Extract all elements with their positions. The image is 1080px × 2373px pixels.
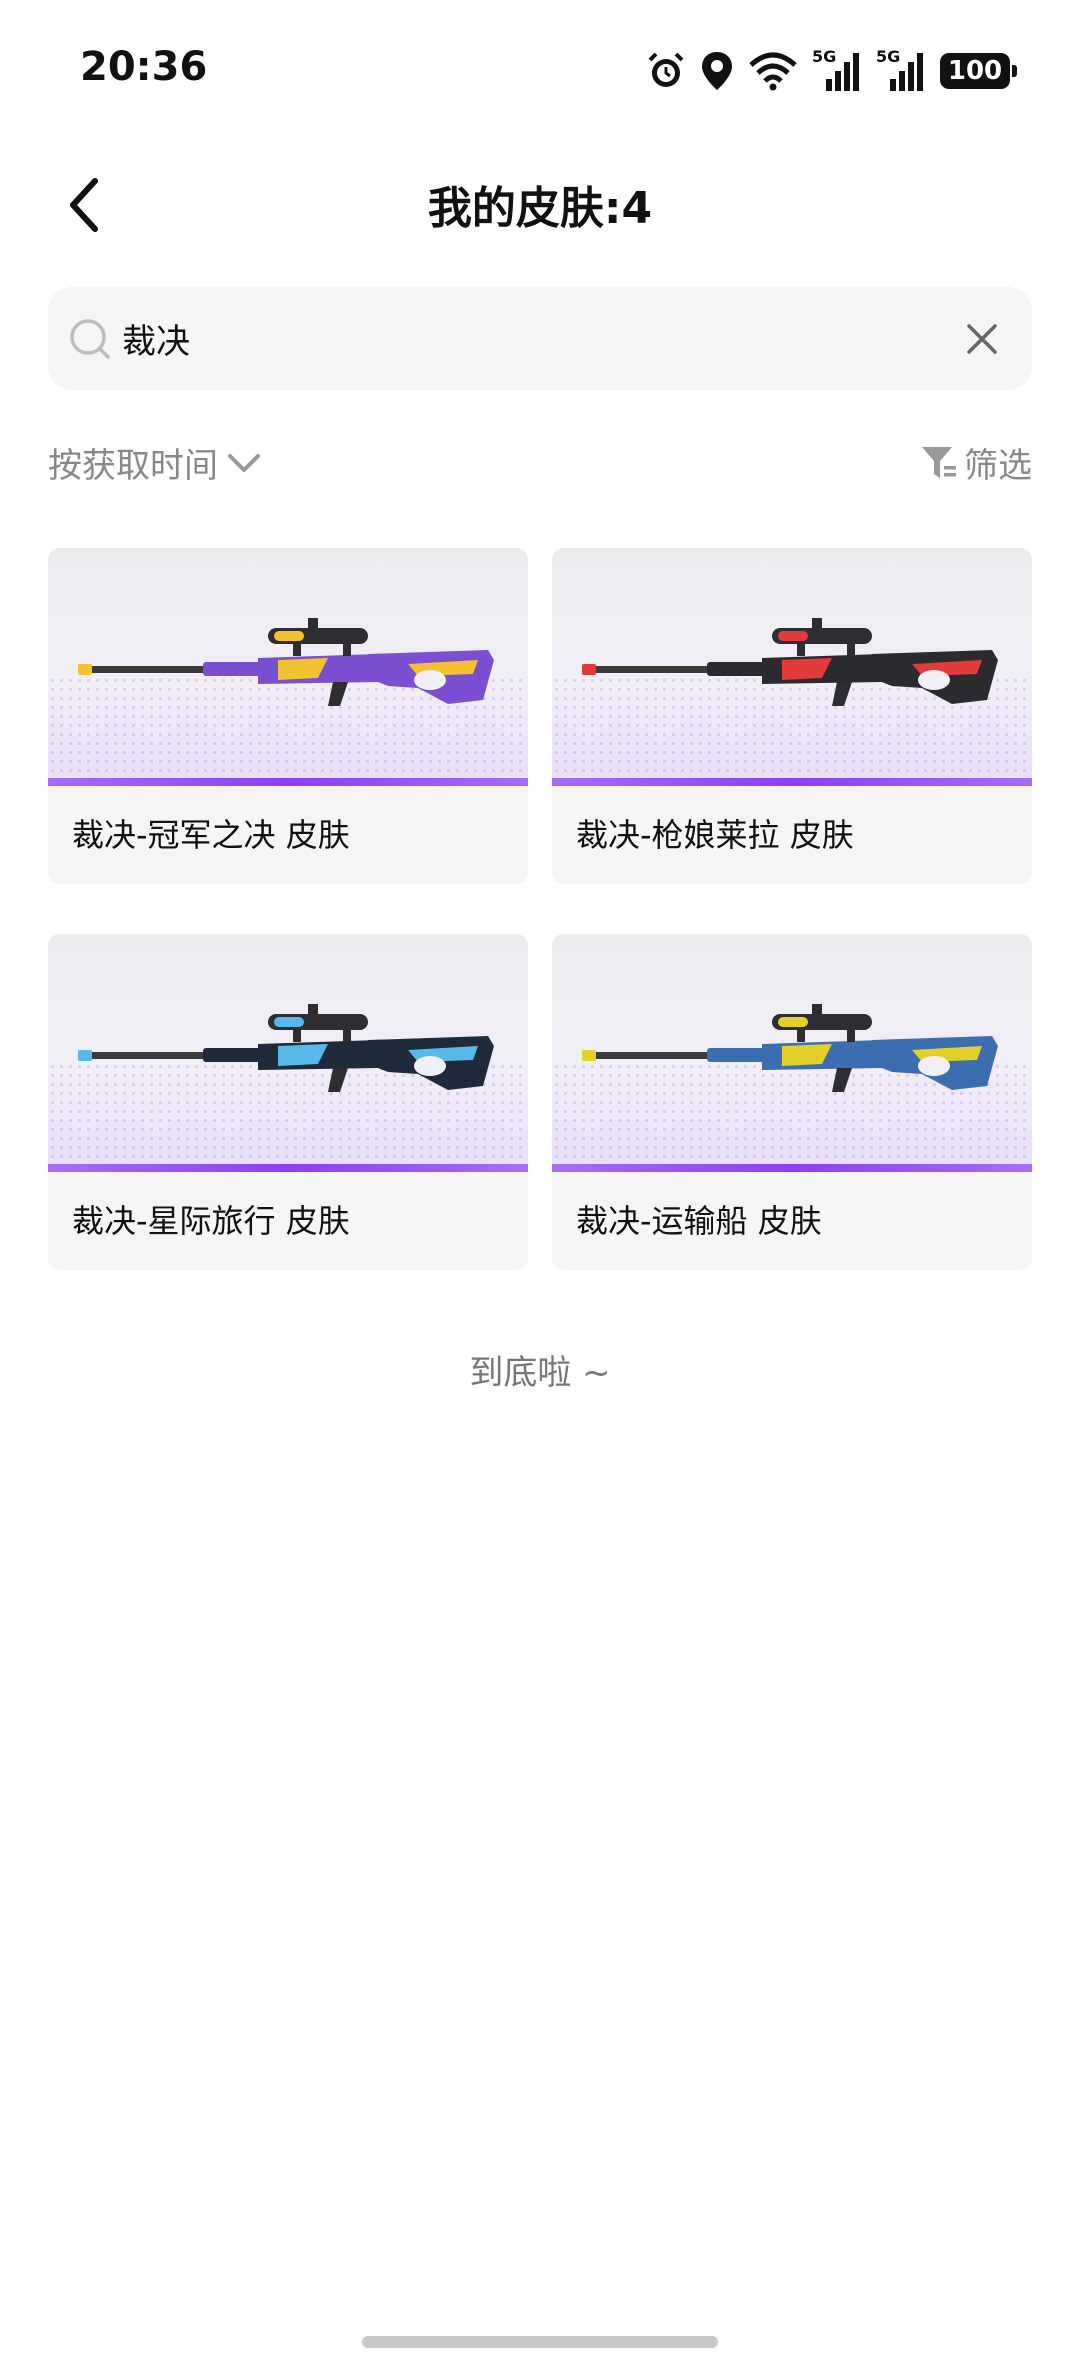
wifi-icon	[748, 51, 798, 91]
skin-card[interactable]: 裁决-枪娘莱拉 皮肤	[552, 548, 1032, 884]
rarity-bar	[552, 778, 1032, 786]
sniper-rifle-icon	[78, 1004, 494, 1092]
search-icon	[68, 317, 112, 365]
filter-label: 筛选	[964, 446, 1032, 486]
search-input[interactable]	[122, 287, 922, 390]
cell-signal-2-icon: 5G	[876, 47, 926, 93]
rarity-bar	[48, 1164, 528, 1172]
status-time: 20:36	[80, 44, 208, 90]
skin-name: 裁决-运输船 皮肤	[576, 1202, 822, 1240]
sort-filter-row: 按获取时间 筛选	[48, 430, 1032, 490]
skin-image	[48, 548, 528, 786]
chevron-down-icon	[228, 453, 260, 472]
skin-card[interactable]: 裁决-冠军之决 皮肤	[48, 548, 528, 884]
skins-page: 20:36 5G 5G 100 我的皮肤:4 裁决 按获取时间 筛选 裁决-冠军…	[0, 0, 1080, 2373]
alarm-icon	[646, 50, 686, 92]
end-of-list-text: 到底啦 ~	[469, 1353, 611, 1393]
cell-signal-1-icon: 5G	[812, 47, 862, 93]
rarity-bar	[552, 1164, 1032, 1172]
skin-name: 裁决-枪娘莱拉 皮肤	[576, 816, 854, 854]
sort-label: 按获取时间	[48, 446, 218, 486]
header: 我的皮肤:4	[0, 150, 1080, 260]
network-type-label: 5G	[876, 47, 901, 66]
network-type-label: 5G	[812, 47, 837, 66]
battery-icon: 100	[940, 53, 1017, 89]
sniper-rifle-icon	[78, 618, 494, 706]
skin-image	[552, 548, 1032, 786]
filter-icon	[922, 446, 956, 478]
skin-card[interactable]: 裁决-星际旅行 皮肤	[48, 934, 528, 1270]
skin-name: 裁决-星际旅行 皮肤	[72, 1202, 350, 1240]
skin-image	[552, 934, 1032, 1172]
location-icon	[700, 50, 734, 92]
skin-name: 裁决-冠军之决 皮肤	[72, 816, 350, 854]
sniper-rifle-icon	[582, 618, 998, 706]
search-bar	[48, 287, 1032, 390]
sniper-rifle-icon	[582, 1004, 998, 1092]
close-icon	[967, 324, 997, 354]
home-indicator[interactable]	[362, 2336, 718, 2348]
filter-button[interactable]: 筛选	[920, 438, 1032, 487]
status-bar: 20:36 5G 5G 100	[0, 0, 1080, 130]
skin-card[interactable]: 裁决-运输船 皮肤	[552, 934, 1032, 1270]
sort-dropdown[interactable]: 按获取时间	[48, 438, 262, 487]
skin-image	[48, 934, 528, 1172]
status-icons: 5G 5G 100	[646, 47, 1017, 94]
page-title: 我的皮肤:4	[427, 183, 653, 234]
rarity-bar	[48, 778, 528, 786]
clear-search-button[interactable]	[960, 317, 1004, 361]
